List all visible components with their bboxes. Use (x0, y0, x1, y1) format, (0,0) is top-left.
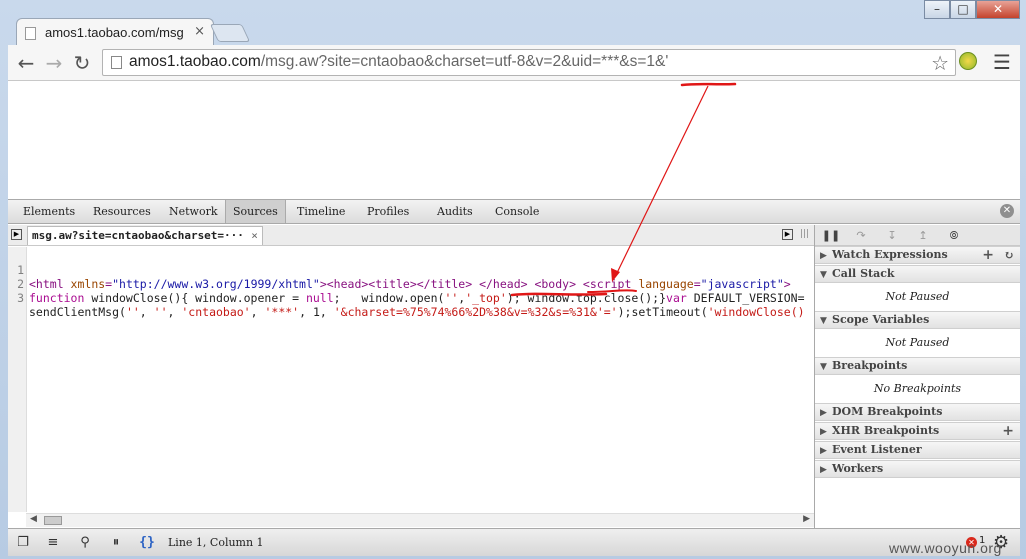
extension-icon[interactable] (959, 52, 977, 70)
code-line: 1 <html xmlns="http://www.w3.org/1999/xh… (8, 249, 791, 291)
expanded-triangle-icon: ▼ (820, 362, 827, 372)
page-content (8, 81, 1020, 199)
step-out-icon[interactable]: ↥ (911, 227, 935, 244)
section-breakpoints[interactable]: ▼ Breakpoints (815, 357, 1020, 375)
show-navigator-icon[interactable]: ▶ (11, 229, 22, 240)
url-text[interactable]: amos1.taobao.com/msg.aw?site=cntaobao&ch… (129, 53, 668, 71)
browser-window: amos1.taobao.com/msg × – □ ✕ ← → ↻ amos1… (0, 0, 1026, 559)
scope-variables-status: Not Paused (885, 336, 950, 349)
tab-elements[interactable]: Elements (16, 200, 82, 223)
step-into-icon[interactable]: ↧ (880, 227, 904, 244)
deactivate-breakpoints-icon[interactable]: ⦾ (942, 227, 966, 244)
toggle-debugger-sidebar-icon[interactable]: ▶ (782, 229, 793, 240)
resize-grip-icon[interactable]: ||| (800, 229, 809, 239)
reload-icon[interactable]: ↻ (70, 51, 94, 75)
close-window-button[interactable]: ✕ (976, 0, 1020, 19)
maximize-button[interactable]: □ (950, 0, 976, 19)
tab-profiles[interactable]: Profiles (360, 200, 416, 223)
tab-sources[interactable]: Sources (225, 200, 286, 223)
refresh-icon[interactable]: ↻ (1004, 247, 1014, 263)
tab-audits[interactable]: Audits (430, 200, 480, 223)
call-stack-status: Not Paused (885, 290, 950, 303)
debugger-toolbar: ❚❚ ↷ ↧ ↥ ⦾ (815, 225, 1020, 246)
scroll-left-icon[interactable]: ◀ (30, 514, 37, 524)
section-event-listener[interactable]: ▶ Event Listener (815, 441, 1020, 459)
step-over-icon[interactable]: ↷ (849, 227, 873, 244)
pause-on-exceptions-icon[interactable]: ⏸ (107, 534, 125, 552)
url-path: /msg.aw?site=cntaobao&charset=utf-8&v=2&… (260, 53, 669, 70)
breakpoints-status: No Breakpoints (873, 382, 962, 395)
devtools-close-icon[interactable]: ✕ (1000, 204, 1014, 218)
scroll-right-icon[interactable]: ▶ (803, 514, 810, 524)
favicon-page-icon (111, 56, 122, 69)
forward-arrow-icon[interactable]: → (42, 51, 66, 75)
devtools-status-bar: ❐ ≡ ⚲ ⏸ {} Line 1, Column 1 ✕ 1 ⚙ (8, 528, 1020, 556)
tab-timeline[interactable]: Timeline (290, 200, 352, 223)
add-xhr-breakpoint-icon[interactable]: + (1002, 423, 1014, 439)
line-source: function windowClose(){ window.opener = … (29, 291, 805, 305)
devtools-panel: Elements Resources Network Sources Timel… (8, 199, 1020, 556)
tab-title: amos1.taobao.com/msg (45, 25, 184, 40)
section-watch-expressions[interactable]: ▶ Watch Expressions + ↻ (815, 246, 1020, 264)
back-arrow-icon[interactable]: ← (14, 51, 38, 75)
pretty-print-icon[interactable]: {} (138, 534, 156, 552)
line-number: 3 (17, 291, 24, 305)
add-watch-icon[interactable]: + (982, 247, 994, 263)
line-source: sendClientMsg('', '', 'cntaobao', '***',… (29, 305, 805, 319)
section-scope-variables[interactable]: ▼ Scope Variables (815, 311, 1020, 329)
url-host: amos1.taobao.com (129, 53, 261, 70)
file-tab-label: msg.aw?site=cntaobao&charset=··· (32, 229, 244, 242)
cursor-position: Line 1, Column 1 (168, 536, 264, 549)
collapsed-triangle-icon: ▶ (820, 251, 827, 261)
expanded-triangle-icon: ▼ (820, 270, 827, 280)
scroll-thumb[interactable] (44, 516, 62, 525)
collapsed-triangle-icon: ▶ (820, 427, 827, 437)
tab-network[interactable]: Network (162, 200, 225, 223)
line-source: <html xmlns="http://www.w3.org/1999/xhtm… (29, 277, 791, 291)
minimize-button[interactable]: – (924, 0, 950, 19)
window-controls: – □ ✕ (924, 0, 1020, 19)
code-line: 2 function windowClose(){ window.opener … (8, 263, 804, 305)
file-tab-close-icon[interactable]: × (251, 227, 258, 245)
watermark: www.wooyun.org (889, 540, 1002, 556)
show-console-icon[interactable]: ≡ (44, 534, 62, 552)
tab-close-icon[interactable]: × (194, 24, 205, 39)
collapsed-triangle-icon: ▶ (820, 465, 827, 475)
code-editor[interactable]: 1 <html xmlns="http://www.w3.org/1999/xh… (8, 247, 814, 512)
tab-strip: amos1.taobao.com/msg × (8, 14, 1020, 48)
dock-icon[interactable]: ❐ (14, 534, 32, 552)
devtools-tab-bar: Elements Resources Network Sources Timel… (8, 200, 1020, 224)
browser-tab[interactable]: amos1.taobao.com/msg × (16, 18, 214, 48)
tab-console[interactable]: Console (488, 200, 546, 223)
debugger-sidebar: ❚❚ ↷ ↧ ↥ ⦾ ▶ Watch Expressions + ↻ ▼ Call St… (814, 225, 1020, 528)
section-xhr-breakpoints[interactable]: ▶ XHR Breakpoints + (815, 422, 1020, 440)
section-workers[interactable]: ▶ Workers (815, 460, 1020, 478)
file-tab[interactable]: msg.aw?site=cntaobao&charset=··· × (27, 226, 263, 245)
menu-icon[interactable]: ☰ (993, 50, 1011, 74)
horizontal-scrollbar[interactable]: ◀ ▶ (26, 513, 814, 527)
section-dom-breakpoints[interactable]: ▶ DOM Breakpoints (815, 403, 1020, 421)
code-line: 3 sendClientMsg('', '', 'cntaobao', '***… (8, 277, 805, 319)
new-tab-button[interactable] (209, 24, 251, 42)
bookmark-star-icon[interactable]: ☆ (931, 51, 949, 75)
page-favicon-icon (25, 27, 36, 40)
address-bar[interactable]: amos1.taobao.com/msg.aw?site=cntaobao&ch… (102, 49, 956, 76)
expanded-triangle-icon: ▼ (820, 316, 827, 326)
pause-icon[interactable]: ❚❚ (819, 227, 843, 244)
collapsed-triangle-icon: ▶ (820, 408, 827, 418)
browser-toolbar: ← → ↻ amos1.taobao.com/msg.aw?site=cntao… (8, 45, 1020, 81)
collapsed-triangle-icon: ▶ (820, 446, 827, 456)
tab-resources[interactable]: Resources (86, 200, 158, 223)
search-icon[interactable]: ⚲ (76, 534, 94, 552)
editor-tab-bar: ▶ msg.aw?site=cntaobao&charset=··· × ▶ ||… (8, 225, 814, 246)
section-call-stack[interactable]: ▼ Call Stack (815, 265, 1020, 283)
